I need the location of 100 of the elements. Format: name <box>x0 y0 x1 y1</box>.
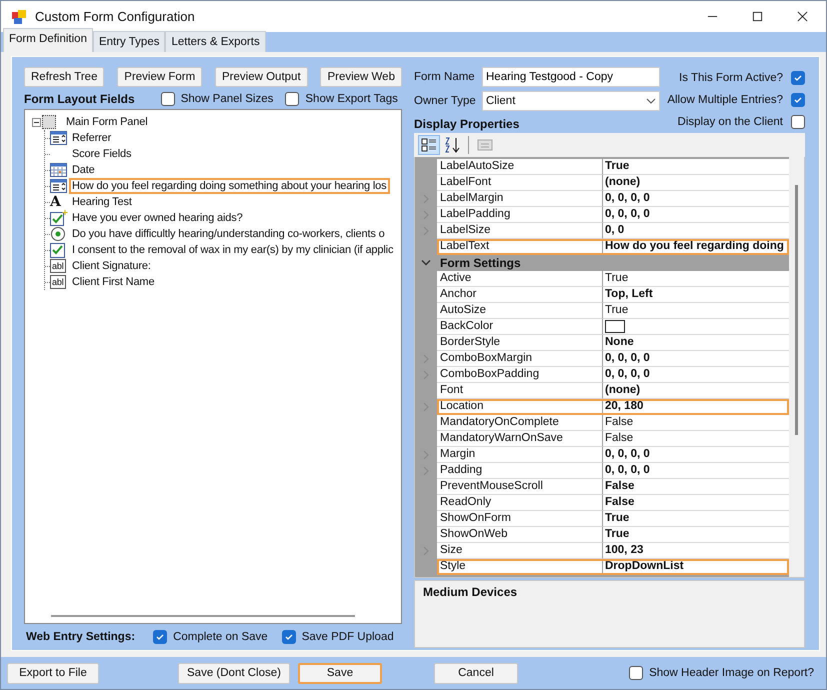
property-value: False <box>603 414 789 431</box>
property-name: LabelPadding <box>437 206 603 223</box>
property-value: DropDownList <box>603 558 789 575</box>
collapse-icon[interactable] <box>32 118 41 126</box>
close-icon[interactable] <box>797 11 808 22</box>
tree-item[interactable]: Have you ever owned hearing aids? <box>69 210 246 226</box>
footer-button[interactable]: Cancel <box>434 662 518 684</box>
property-value: False <box>603 430 789 447</box>
property-value: (none) <box>603 382 789 399</box>
property-value: True <box>603 158 789 175</box>
property-name: ShowOnForm <box>437 510 603 527</box>
tree-item[interactable]: Score Fields <box>69 146 134 162</box>
property-name: BackColor <box>437 318 603 335</box>
checkbox-label: Complete on Save <box>173 631 268 643</box>
panel-icon <box>42 115 56 129</box>
tree-item[interactable]: Client First Name <box>69 274 158 290</box>
checkbox[interactable] <box>629 666 644 680</box>
property-name: MandatoryWarnOnSave <box>437 430 603 447</box>
checkbox[interactable] <box>791 93 805 107</box>
window-title: Custom Form Configuration <box>35 9 195 24</box>
text-label-icon: A <box>50 195 61 209</box>
property-name: BorderStyle <box>437 334 603 351</box>
checkbox[interactable] <box>153 630 168 644</box>
checkmark-icon <box>155 632 166 642</box>
property-value: 0, 0, 0, 0 <box>603 446 789 463</box>
checkmark-icon <box>284 632 294 642</box>
property-value: True <box>603 526 789 543</box>
property-value: 0, 0, 0, 0 <box>603 206 789 223</box>
property-name: LabelSize <box>437 222 603 239</box>
checkbox-label: Show Header Image on Report? <box>649 667 814 679</box>
maximize-icon[interactable] <box>752 11 763 22</box>
categorized-icon[interactable] <box>418 134 440 155</box>
tree-item[interactable]: Main Form Panel <box>63 114 151 130</box>
tree-item[interactable]: I consent to the removal of wax in my ear(s) by my clinician (if applic <box>69 242 396 258</box>
form-name-field[interactable]: Hearing Testgood - Copy <box>482 67 660 87</box>
property-name: PreventMouseScroll <box>437 478 603 495</box>
property-name: ComboBoxMargin <box>437 350 603 367</box>
app-icon <box>11 8 27 24</box>
property-name: Margin <box>437 446 603 463</box>
text-field-icon: abl <box>50 275 66 289</box>
toolbar-button[interactable]: Preview Form <box>117 67 202 87</box>
property-name: Padding <box>437 462 603 479</box>
property-name: Font <box>437 382 603 399</box>
description-title: Medium Devices <box>423 585 518 600</box>
tab[interactable]: Entry Types <box>92 31 166 52</box>
property-value: True <box>603 510 789 527</box>
checkbox-label: Show Panel Sizes <box>180 93 274 105</box>
footer-button[interactable]: Save <box>298 662 382 684</box>
tree-item[interactable]: Referrer <box>69 130 114 146</box>
tree-item[interactable]: Do you have difficultly hearing/understanding co-workers, clients o <box>69 226 388 242</box>
property-name: Anchor <box>437 286 603 303</box>
tree-item[interactable]: How do you feel regarding doing something about your hearing los <box>69 178 390 194</box>
property-name: Style <box>437 558 603 575</box>
checkbox-icon <box>50 242 68 258</box>
checkbox-label: Display on the Client <box>678 116 783 128</box>
property-value: (none) <box>603 174 789 191</box>
checkbox[interactable] <box>791 71 805 85</box>
property-value: Top, Left <box>603 286 789 303</box>
tab[interactable]: Letters & Exports <box>165 31 266 52</box>
section-title: Display Properties <box>414 117 520 131</box>
property-name: AutoSize <box>437 302 603 319</box>
tree-item[interactable]: Date <box>69 162 98 178</box>
tree-item[interactable]: Client Signature: <box>69 258 154 274</box>
owner-type-dropdown[interactable]: Client <box>482 91 660 111</box>
tab[interactable]: Form Definition <box>3 28 93 52</box>
property-name: Active <box>437 270 603 287</box>
field-label: Form Name <box>414 71 476 83</box>
property-value: 0, 0, 0, 0 <box>603 350 789 367</box>
tree-item[interactable]: Hearing Test <box>69 194 135 210</box>
footer-button[interactable]: Save (Dont Close) <box>178 662 290 684</box>
checkbox[interactable] <box>282 630 296 644</box>
text-field-icon: abl <box>50 259 66 273</box>
property-value: False <box>603 494 789 511</box>
toolbar-button[interactable]: Preview Web <box>320 67 402 87</box>
field-label: Owner Type <box>414 95 477 107</box>
footer-button[interactable]: Export to File <box>7 662 99 684</box>
checkbox-label: Save PDF Upload <box>302 631 394 643</box>
toolbar-button[interactable]: Refresh Tree <box>24 67 104 87</box>
section-title: Web Entry Settings: <box>26 631 136 643</box>
property-name: LabelAutoSize <box>437 158 603 175</box>
property-name: MandatoryOnComplete <box>437 414 603 431</box>
checkbox[interactable] <box>791 115 805 129</box>
toolbar-button[interactable]: Preview Output <box>215 67 308 87</box>
list-field-icon <box>50 130 68 146</box>
checkbox-icon <box>50 210 68 226</box>
property-name: Location <box>437 398 603 415</box>
property-value: None <box>603 334 789 351</box>
section-title: Form Layout Fields <box>24 92 135 106</box>
calendar-icon <box>50 162 68 178</box>
checkbox[interactable] <box>160 92 175 106</box>
property-value: 0, 0 <box>603 222 789 239</box>
checkbox[interactable] <box>285 92 300 106</box>
checkmark-icon <box>793 95 803 105</box>
checkmark-icon <box>793 73 803 83</box>
property-value: 0, 0, 0, 0 <box>603 190 789 207</box>
property-name: LabelText <box>437 238 603 255</box>
property-value: 20, 180 <box>603 398 789 415</box>
property-value: 0, 0, 0, 0 <box>603 366 789 383</box>
property-name: LabelMargin <box>437 190 603 207</box>
property-value: 100, 23 <box>603 542 789 559</box>
